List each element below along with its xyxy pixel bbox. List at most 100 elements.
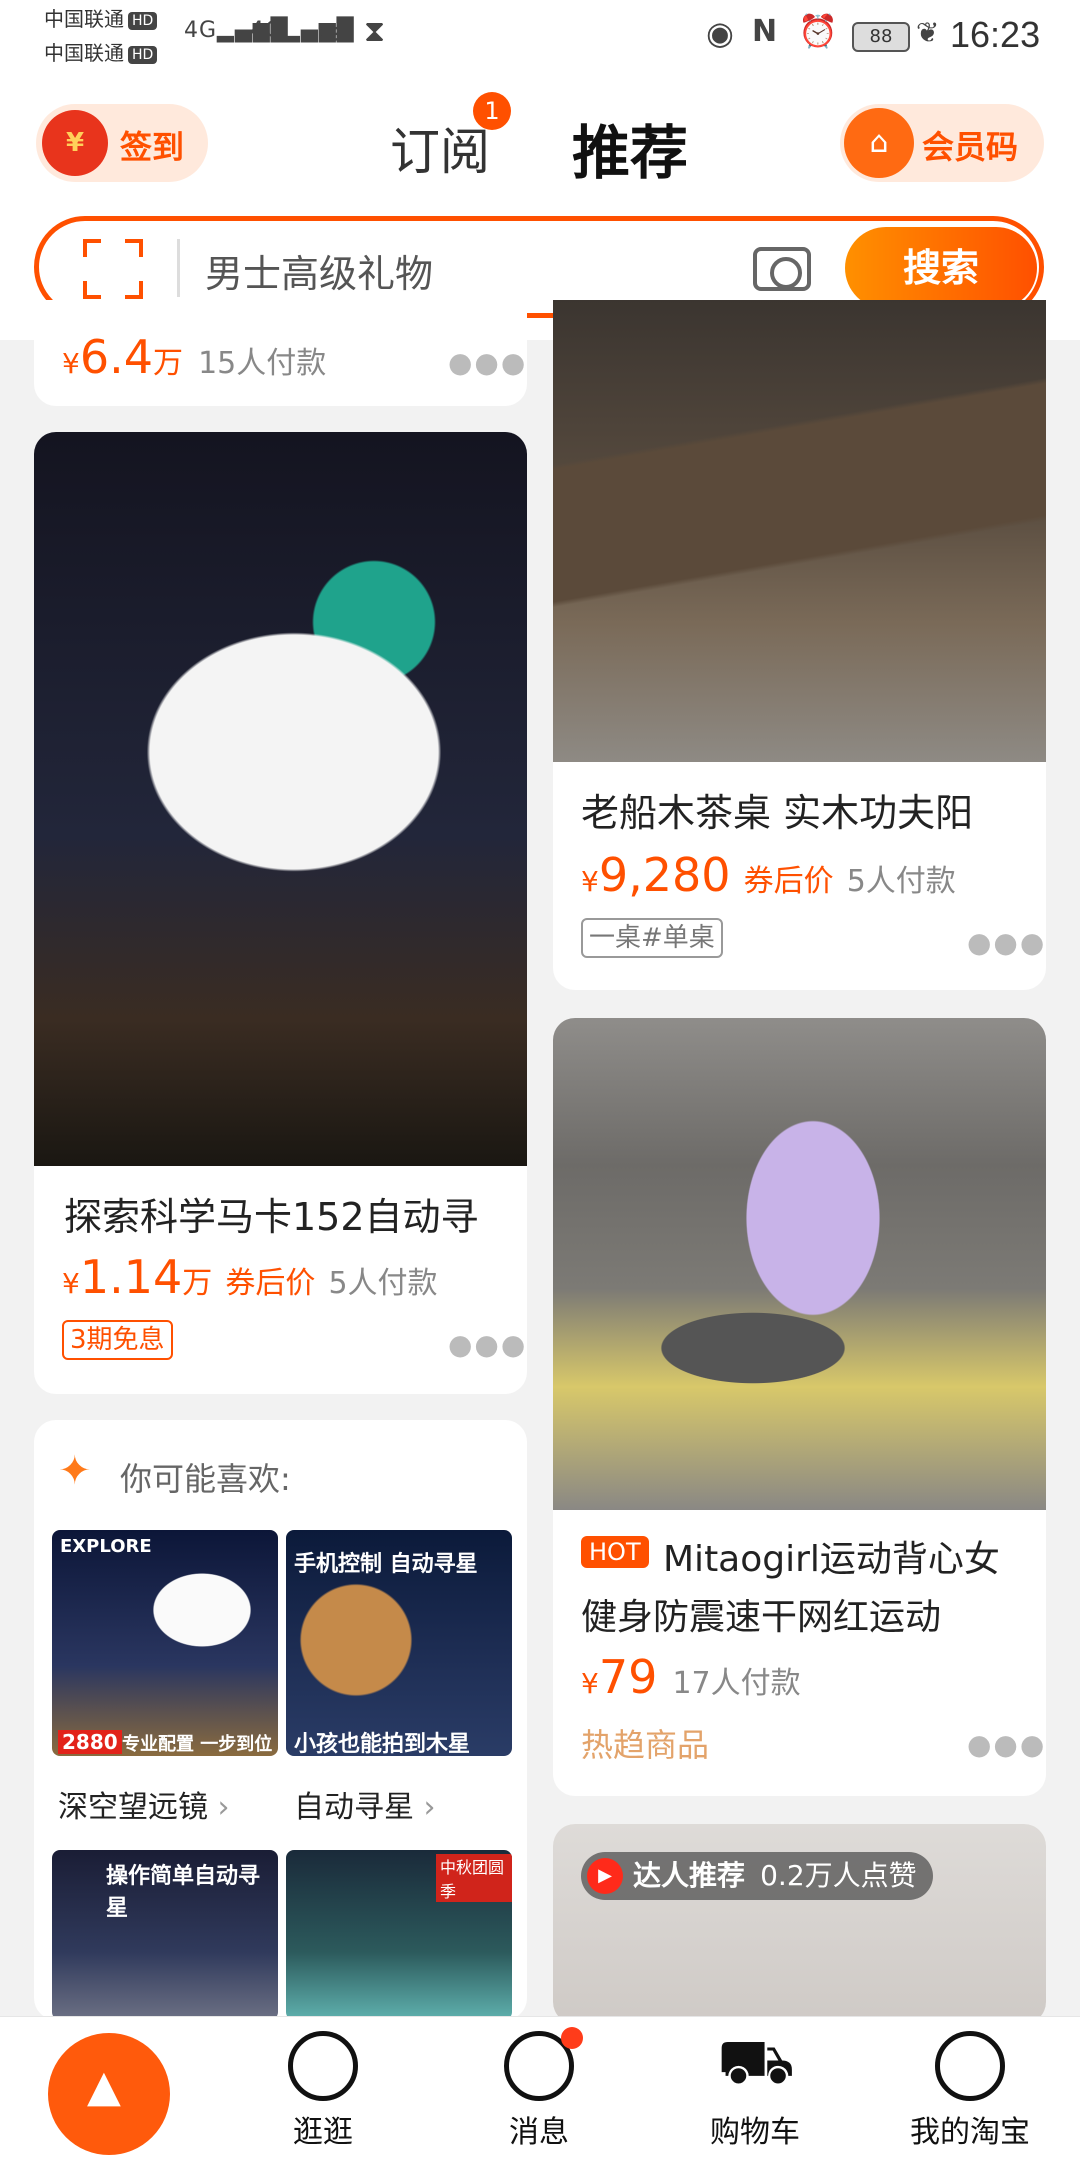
- product-card-partial[interactable]: ¥6.4万 15人付款 ●●●: [34, 300, 527, 406]
- recommend-item-image-3[interactable]: 操作简单自动寻星: [52, 1850, 278, 2020]
- product-image[interactable]: [34, 432, 527, 1166]
- item-caption: 小孩也能拍到木星: [294, 1732, 471, 1756]
- tab-label: 购物车: [710, 2115, 800, 2150]
- paid-count: 5人付款: [846, 864, 956, 899]
- hot-badge: HOT: [581, 1536, 649, 1568]
- category-label: 深空望远镜: [58, 1790, 208, 1825]
- talent-label: 达人推荐: [633, 1859, 746, 1892]
- signin-button[interactable]: ¥ 签到: [36, 104, 208, 182]
- product-card-fitness[interactable]: HOT Mitaogirl运动背心女 健身防震速干网红运动 ¥79 17人付款 …: [553, 1018, 1046, 1796]
- recommend-category-2[interactable]: 自动寻星 ›: [294, 1782, 436, 1826]
- tab-my-taobao[interactable]: 我的淘宝: [880, 2025, 1060, 2155]
- hourglass-icon: ⧗: [364, 14, 387, 49]
- tab-home-rocket-icon[interactable]: [48, 2033, 170, 2155]
- more-icon[interactable]: ●●●: [967, 926, 1046, 959]
- price-unit: 万: [182, 1266, 213, 1301]
- carrier-label-2: 中国联通 HD: [44, 40, 158, 66]
- eye-icon: ◉: [706, 14, 735, 52]
- hd-badge: HD: [128, 11, 158, 30]
- paid-count: 17人付款: [672, 1666, 801, 1701]
- more-icon[interactable]: ●●●: [448, 1328, 527, 1361]
- price-symbol: ¥: [581, 1667, 599, 1700]
- recommend-item-image-2[interactable]: 手机控制 自动寻星 小孩也能拍到木星: [286, 1530, 512, 1756]
- price-symbol: ¥: [62, 347, 80, 380]
- recommend-item-image-4[interactable]: 中秋团圆季: [286, 1850, 512, 2020]
- carrier-name-2: 中国联通: [44, 41, 124, 65]
- product-card-telescope[interactable]: 探索科学马卡152自动寻 ¥1.14万 券后价 5人付款 3期免息 ●●●: [34, 432, 527, 1394]
- product-title: 探索科学马卡152自动寻: [64, 1195, 479, 1239]
- item-caption: 操作简单自动寻星: [106, 1864, 261, 1921]
- signal-label-2: 4G: [250, 18, 284, 43]
- recommend-item-image[interactable]: EXPLORE 2880 专业配置 一步到位: [52, 1530, 278, 1756]
- price-row: ¥79 17人付款: [581, 1650, 801, 1704]
- clock: 16:23: [950, 14, 1041, 55]
- alarm-icon: ⏰: [798, 12, 839, 50]
- paid-count: 5人付款: [328, 1266, 438, 1301]
- member-code-label: 会员码: [922, 128, 1019, 166]
- item-banner: 手机控制 自动寻星: [294, 1552, 478, 1577]
- nfc-icon: N: [752, 14, 779, 49]
- price: 79: [598, 1650, 658, 1704]
- status-bar: 中国联通 HD 中国联通 HD 4G▂▄▆█ 4G▂▄▆█ ≋ ⧗ ◉ N ⏰ 88…: [0, 0, 1080, 80]
- tab-label: 消息: [509, 2115, 569, 2150]
- battery-icon: 88: [852, 22, 910, 52]
- tab-recommend[interactable]: 推荐: [572, 106, 688, 190]
- member-code-button[interactable]: ⌂ 会员码: [840, 104, 1044, 182]
- price: 6.4: [79, 330, 153, 384]
- tab-explore[interactable]: 逛逛: [233, 2025, 413, 2155]
- talent-card[interactable]: ▶ 达人推荐 0.2万人点赞: [553, 1824, 1046, 2024]
- play-icon: ▶: [587, 1858, 623, 1894]
- product-image[interactable]: [553, 1018, 1046, 1510]
- price-tag: 2880: [58, 1730, 122, 1754]
- item-caption: 专业配置 一步到位: [122, 1734, 273, 1755]
- price-row: ¥9,280 券后价 5人付款: [581, 848, 956, 902]
- recommend-card: ✦ 你可能喜欢: EXPLORE 2880 专业配置 一步到位 手机控制 自动寻…: [34, 1420, 527, 2020]
- smile-face-icon: [935, 2031, 1005, 2101]
- product-image[interactable]: [553, 300, 1046, 762]
- tab-label: 我的淘宝: [910, 2115, 1030, 2150]
- leaf-icon: ❦: [916, 16, 941, 49]
- signin-label: 签到: [120, 128, 185, 166]
- price-unit: 万: [152, 346, 183, 381]
- cart-icon: ⛟: [717, 2025, 795, 2098]
- item-badge: 中秋团圆季: [436, 1854, 512, 1902]
- tab-subscribe[interactable]: 订阅: [390, 112, 490, 184]
- chevron-right-icon: ›: [423, 1790, 436, 1825]
- brand-logo: EXPLORE: [60, 1536, 152, 1557]
- recommend-heading: 你可能喜欢:: [120, 1460, 291, 1498]
- unread-dot: [561, 2027, 583, 2049]
- coupon-label: 券后价: [743, 864, 834, 899]
- subscribe-badge: 1: [473, 92, 511, 130]
- carrier-name: 中国联通: [44, 7, 124, 31]
- carrier-label: 中国联通 HD: [44, 6, 158, 32]
- more-icon[interactable]: ●●●: [967, 1728, 1046, 1761]
- camera-icon[interactable]: [753, 247, 811, 291]
- tab-label: 逛逛: [293, 2115, 353, 2150]
- talent-badge: ▶ 达人推荐 0.2万人点赞: [581, 1852, 933, 1900]
- more-icon[interactable]: ●●●: [448, 346, 527, 379]
- search-divider: [177, 239, 180, 297]
- product-card-teatable[interactable]: 老船木茶桌 实木功夫阳 ¥9,280 券后价 5人付款 一桌#单桌 ●●●: [553, 300, 1046, 990]
- likes-count: 0.2万人点赞: [760, 1859, 917, 1892]
- recommend-category-1[interactable]: 深空望远镜 ›: [58, 1782, 230, 1826]
- category-label: 自动寻星: [294, 1790, 414, 1825]
- product-title: 老船木茶桌 实木功夫阳: [581, 791, 974, 835]
- trend-label: 热趋商品: [581, 1726, 710, 1764]
- price: 1.14: [79, 1250, 183, 1304]
- hd-badge-2: HD: [128, 45, 158, 64]
- search-input[interactable]: 男士高级礼物: [205, 243, 433, 298]
- product-title-line2: 健身防震速干网红运动: [581, 1597, 942, 1638]
- explore-face-icon: [288, 2031, 358, 2101]
- paid-count: 15人付款: [198, 346, 327, 381]
- price-symbol: ¥: [62, 1267, 80, 1300]
- tab-cart[interactable]: ⛟ 购物车: [665, 2025, 845, 2155]
- price: 9,280: [598, 848, 731, 902]
- coin-icon-text: ¥: [65, 128, 85, 158]
- store-icon: ⌂: [844, 108, 914, 178]
- scan-icon[interactable]: [83, 239, 143, 299]
- search-button[interactable]: 搜索: [845, 227, 1037, 309]
- tab-messages[interactable]: 消息: [449, 2025, 629, 2155]
- coupon-label: 券后价: [225, 1266, 316, 1301]
- chevron-right-icon: ›: [217, 1790, 230, 1825]
- spec-tag: 一桌#单桌: [581, 918, 723, 958]
